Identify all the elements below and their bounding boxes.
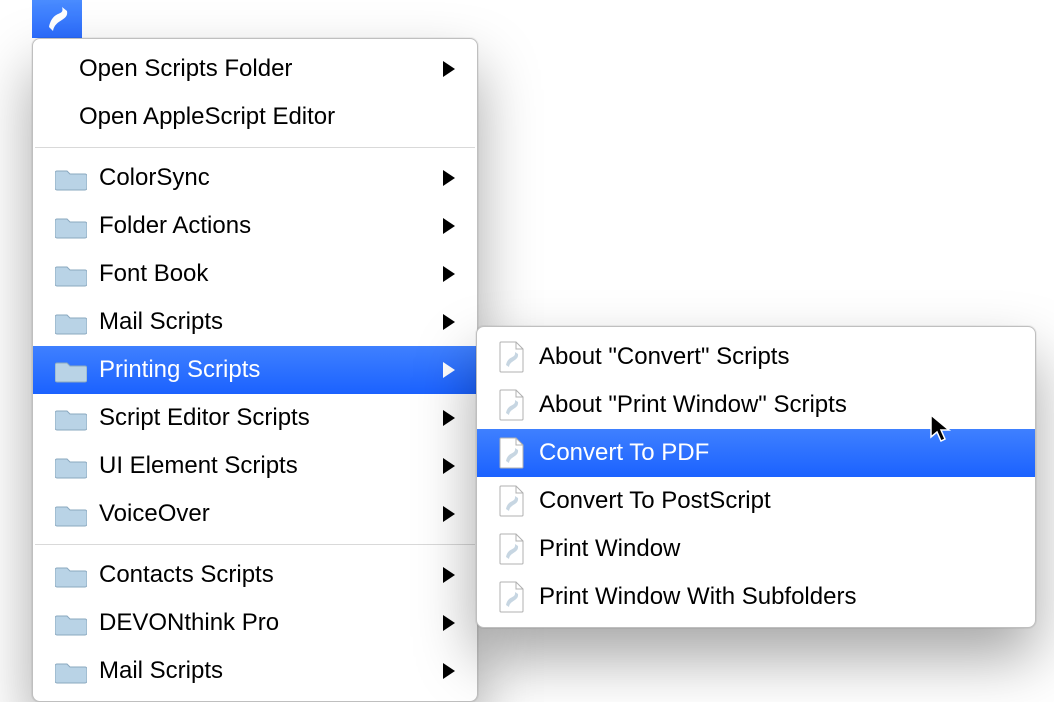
- folder-icon: [55, 213, 87, 239]
- menu-item-label: Printing Scripts: [99, 356, 431, 384]
- menu-item-voiceover[interactable]: VoiceOver: [33, 490, 477, 538]
- menu-item-label: Folder Actions: [99, 212, 431, 240]
- chevron-right-icon: [443, 266, 455, 282]
- submenu-item-about-convert-scripts[interactable]: About "Convert" Scripts: [477, 333, 1035, 381]
- menu-item-ui-element-scripts[interactable]: UI Element Scripts: [33, 442, 477, 490]
- script-menu: Open Scripts Folder Open AppleScript Edi…: [32, 38, 478, 702]
- chevron-right-icon: [443, 663, 455, 679]
- chevron-right-icon: [443, 506, 455, 522]
- script-file-icon: [499, 389, 525, 421]
- menu-item-label: Font Book: [99, 260, 431, 288]
- menu-item-mail-scripts-2[interactable]: Mail Scripts: [33, 647, 477, 695]
- menu-item-colorsync[interactable]: ColorSync: [33, 154, 477, 202]
- folder-icon: [55, 261, 87, 287]
- script-menu-icon: [43, 5, 71, 33]
- script-file-icon: [499, 437, 525, 469]
- chevron-right-icon: [443, 410, 455, 426]
- menu-item-font-book[interactable]: Font Book: [33, 250, 477, 298]
- menu-item-label: Mail Scripts: [99, 657, 431, 685]
- submenu-item-print-window[interactable]: Print Window: [477, 525, 1035, 573]
- folder-icon: [55, 165, 87, 191]
- submenu-item-label: Convert To PostScript: [539, 487, 1013, 515]
- chevron-right-icon: [443, 362, 455, 378]
- folder-icon: [55, 405, 87, 431]
- chevron-right-icon: [443, 458, 455, 474]
- chevron-right-icon: [443, 61, 455, 77]
- chevron-right-icon: [443, 615, 455, 631]
- script-file-icon: [499, 341, 525, 373]
- menu-item-label: Script Editor Scripts: [99, 404, 431, 432]
- submenu-item-print-window-with-subfolders[interactable]: Print Window With Subfolders: [477, 573, 1035, 621]
- submenu-item-convert-to-pdf[interactable]: Convert To PDF: [477, 429, 1035, 477]
- folder-icon: [55, 357, 87, 383]
- script-file-icon: [499, 581, 525, 613]
- menu-item-contacts-scripts[interactable]: Contacts Scripts: [33, 551, 477, 599]
- submenu-item-label: Print Window With Subfolders: [539, 583, 1013, 611]
- menu-item-label: Open AppleScript Editor: [79, 103, 455, 131]
- menu-item-label: UI Element Scripts: [99, 452, 431, 480]
- printing-scripts-submenu: About "Convert" Scripts About "Print Win…: [476, 326, 1036, 628]
- chevron-right-icon: [443, 170, 455, 186]
- submenu-item-about-print-window-scripts[interactable]: About "Print Window" Scripts: [477, 381, 1035, 429]
- folder-icon: [55, 562, 87, 588]
- menu-item-label: ColorSync: [99, 164, 431, 192]
- folder-icon: [55, 658, 87, 684]
- menu-item-label: Contacts Scripts: [99, 561, 431, 589]
- folder-icon: [55, 610, 87, 636]
- menu-item-devonthink-pro[interactable]: DEVONthink Pro: [33, 599, 477, 647]
- menu-item-mail-scripts[interactable]: Mail Scripts: [33, 298, 477, 346]
- menu-item-label: DEVONthink Pro: [99, 609, 431, 637]
- folder-icon: [55, 453, 87, 479]
- submenu-item-label: About "Print Window" Scripts: [539, 391, 1013, 419]
- menu-item-folder-actions[interactable]: Folder Actions: [33, 202, 477, 250]
- menu-separator: [35, 544, 475, 545]
- menu-item-label: Mail Scripts: [99, 308, 431, 336]
- menu-item-printing-scripts[interactable]: Printing Scripts: [33, 346, 477, 394]
- script-file-icon: [499, 533, 525, 565]
- folder-icon: [55, 501, 87, 527]
- menubar-script-menu[interactable]: [32, 0, 82, 38]
- submenu-item-label: Convert To PDF: [539, 439, 1013, 467]
- submenu-item-label: Print Window: [539, 535, 1013, 563]
- folder-icon: [55, 309, 87, 335]
- submenu-item-convert-to-postscript[interactable]: Convert To PostScript: [477, 477, 1035, 525]
- menu-item-open-applescript-editor[interactable]: Open AppleScript Editor: [33, 93, 477, 141]
- menu-separator: [35, 147, 475, 148]
- chevron-right-icon: [443, 218, 455, 234]
- submenu-item-label: About "Convert" Scripts: [539, 343, 1013, 371]
- menu-item-open-scripts-folder[interactable]: Open Scripts Folder: [33, 45, 477, 93]
- chevron-right-icon: [443, 567, 455, 583]
- script-file-icon: [499, 485, 525, 517]
- menu-item-script-editor-scripts[interactable]: Script Editor Scripts: [33, 394, 477, 442]
- chevron-right-icon: [443, 314, 455, 330]
- menu-item-label: VoiceOver: [99, 500, 431, 528]
- menu-item-label: Open Scripts Folder: [79, 55, 431, 83]
